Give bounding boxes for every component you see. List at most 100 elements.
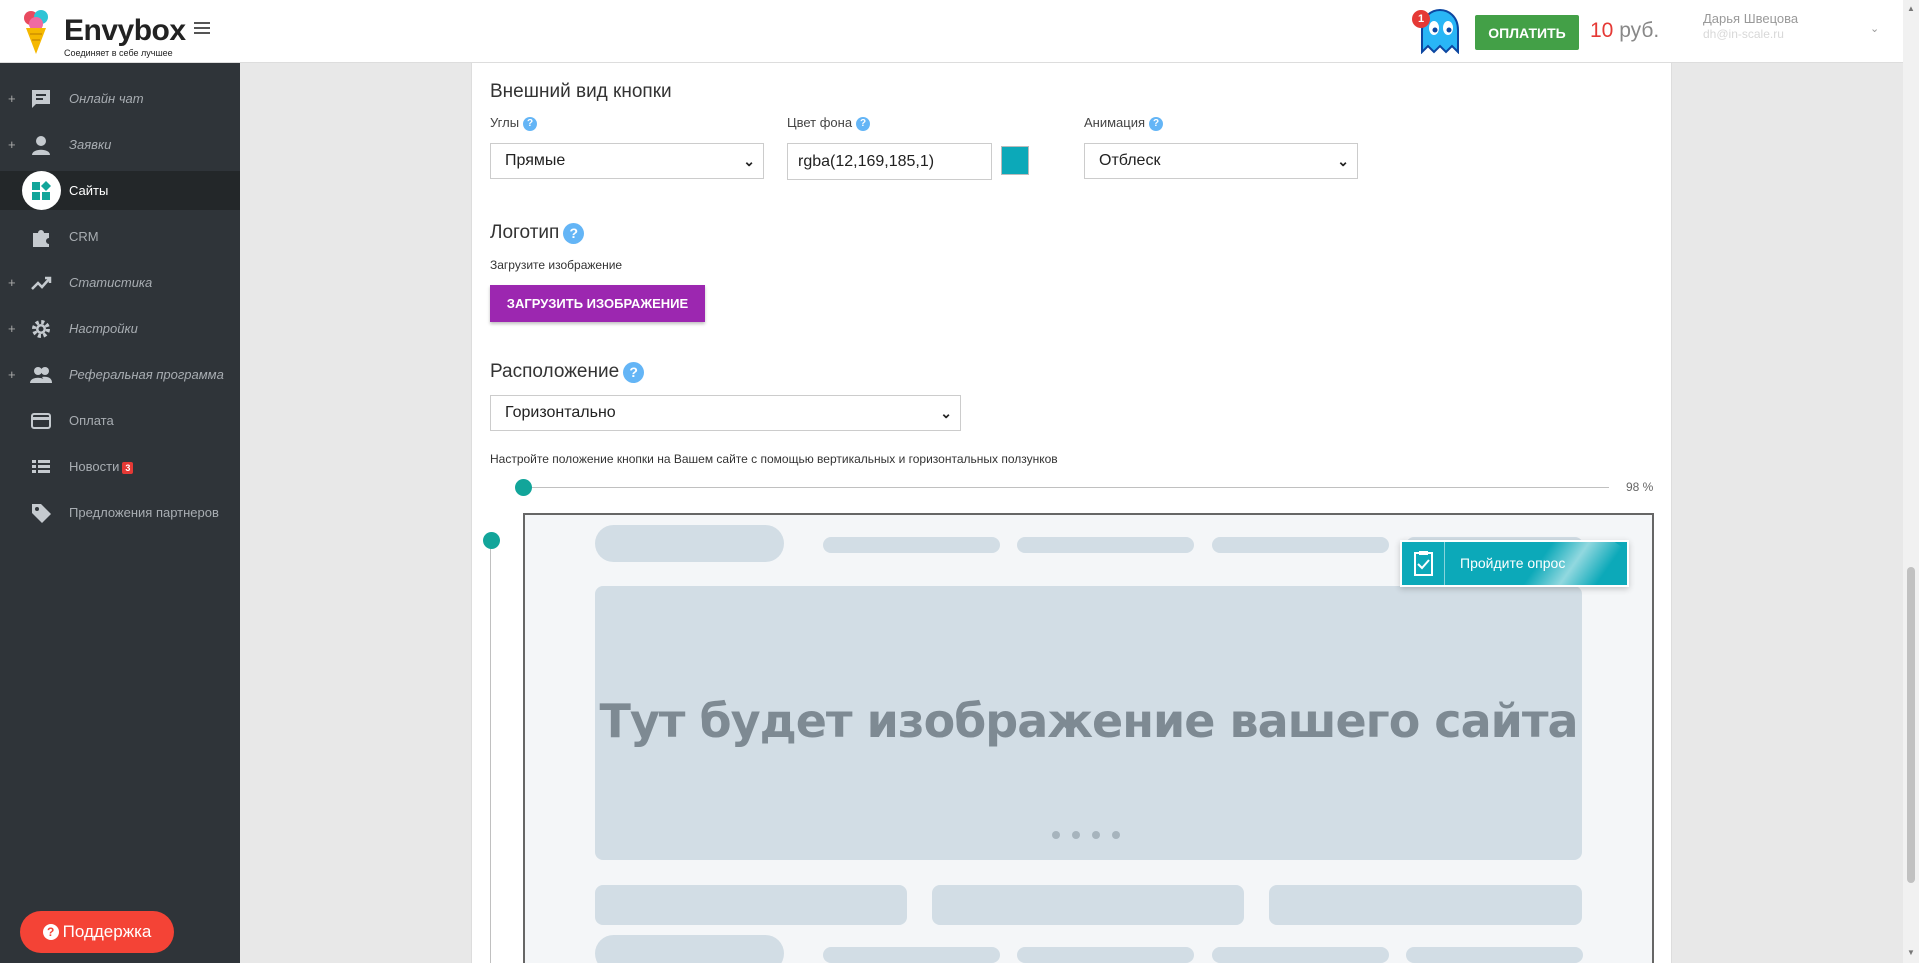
sidebar-item-label: Онлайн чат (69, 91, 144, 106)
help-icon[interactable]: ? (856, 117, 871, 131)
help-icon[interactable]: ? (523, 117, 538, 131)
sidebar: + Онлайн чат + Заявки Сайты CRM + Статис… (0, 63, 240, 963)
corners-select[interactable]: Прямые ⌄ (490, 143, 764, 179)
chevron-down-icon[interactable]: ⌄ (1870, 22, 1879, 35)
help-icon[interactable]: ? (563, 223, 585, 244)
preview-footer-link-placeholder (823, 947, 1000, 963)
horizontal-slider-value: 98 % (1626, 480, 1654, 494)
sidebar-item-label: Предложения партнеров (69, 505, 219, 520)
logo-section-title: Логотип? (490, 222, 585, 244)
position-section-title-text: Расположение (490, 361, 620, 382)
corners-label: Углы? (490, 115, 538, 131)
bg-color-input[interactable] (787, 143, 992, 180)
carousel-dots (1052, 826, 1132, 844)
sidebar-item-settings[interactable]: + Настройки (0, 309, 240, 348)
vertical-slider-handle[interactable] (483, 532, 500, 549)
sidebar-item-label: Сайты (69, 183, 109, 198)
upload-hint: Загрузите изображение (490, 258, 623, 272)
expand-plus-icon[interactable]: + (8, 275, 16, 290)
help-icon[interactable]: ? (623, 362, 645, 383)
person-icon (32, 136, 50, 155)
sidebar-item-label: Новости 3 (69, 459, 134, 474)
user-menu[interactable]: Дарья Швецова dh@in-scale.ru (1703, 11, 1798, 41)
expand-plus-icon[interactable]: + (8, 91, 16, 106)
balance-amount: 10 (1590, 19, 1614, 42)
news-count-badge: 3 (122, 461, 134, 474)
bg-color-label: Цвет фона? (787, 115, 871, 131)
chevron-down-icon: ⌄ (940, 405, 952, 421)
sidebar-item-label: Статистика (69, 275, 153, 290)
expand-plus-icon[interactable]: + (8, 367, 16, 382)
sidebar-item-payment[interactable]: Оплата (0, 401, 240, 440)
preview-card-placeholder (1269, 885, 1582, 925)
help-icon[interactable]: ? (1149, 117, 1164, 131)
pay-button[interactable]: ОПЛАТИТЬ (1475, 15, 1579, 50)
scroll-down-icon[interactable]: ▼ (1907, 948, 1915, 957)
preview-hero: Тут будет изображение вашего сайта (595, 586, 1582, 860)
corners-select-value: Прямые (505, 152, 566, 169)
animation-label-text: Анимация (1084, 115, 1146, 130)
preview-menu-placeholder (1017, 537, 1194, 553)
sidebar-item-label: Реферальная программа (69, 367, 224, 382)
preview-menu-placeholder (1212, 537, 1389, 553)
sidebar-item-news[interactable]: Новости 3 (0, 447, 240, 486)
top-header: Envybox Соединяет в себе лучшее 1 ОПЛАТИ… (0, 0, 1903, 63)
horizontal-slider-track[interactable] (524, 487, 1609, 488)
user-email: dh@in-scale.ru (1703, 27, 1784, 41)
expand-plus-icon[interactable]: + (8, 321, 16, 336)
sidebar-item-crm[interactable]: CRM (0, 217, 240, 256)
ice-cream-logo-icon (24, 10, 48, 54)
sidebar-item-referral[interactable]: + Реферальная программа (0, 355, 240, 394)
color-swatch[interactable] (1001, 146, 1029, 175)
survey-widget-button[interactable]: Пройдите опрос (1400, 540, 1629, 587)
preview-card-placeholder (932, 885, 1244, 925)
appearance-title: Внешний вид кнопки (490, 81, 672, 102)
sidebar-item-news-text: Новости (69, 459, 120, 474)
trending-icon (31, 276, 52, 290)
vertical-slider-track[interactable] (490, 540, 491, 963)
position-hint: Настройте положение кнопки на Вашем сайт… (490, 452, 1058, 466)
animation-label: Анимация? (1084, 115, 1164, 131)
people-icon (30, 367, 52, 383)
list-icon (32, 460, 50, 473)
sidebar-item-partner-offers[interactable]: Предложения партнеров (0, 493, 240, 532)
gear-icon (32, 320, 50, 338)
clipboard-check-icon (1414, 551, 1433, 576)
card-icon (31, 413, 51, 429)
sidebar-item-online-chat[interactable]: + Онлайн чат (0, 79, 240, 118)
chat-icon (32, 90, 50, 108)
notifications-badge: 1 (1412, 10, 1430, 28)
sidebar-item-requests[interactable]: + Заявки (0, 125, 240, 164)
position-section-title: Расположение? (490, 361, 645, 383)
preview-card-placeholder (595, 885, 907, 925)
support-button[interactable]: ? Поддержка (20, 911, 174, 953)
preview-placeholder-text: Тут будет изображение вашего сайта (599, 694, 1578, 748)
expand-plus-icon[interactable]: + (8, 137, 16, 152)
horizontal-slider-handle[interactable] (515, 479, 532, 496)
position-select-value: Горизонтально (505, 404, 616, 421)
widgets-icon (32, 181, 51, 200)
support-label: Поддержка (62, 922, 152, 941)
scrollbar-thumb[interactable] (1907, 567, 1915, 883)
survey-icon-box (1402, 542, 1445, 585)
puzzle-icon (33, 230, 49, 247)
sidebar-item-sites[interactable]: Сайты (0, 171, 240, 210)
envybox-logo[interactable]: Envybox Соединяет в себе лучшее (22, 8, 186, 58)
animation-select[interactable]: Отблеск ⌄ (1084, 143, 1358, 179)
tag-icon (32, 504, 51, 523)
chevron-down-icon: ⌄ (743, 153, 755, 169)
balance-currency: руб. (1619, 19, 1660, 42)
sidebar-item-label: CRM (69, 229, 99, 244)
preview-menu-placeholder (823, 537, 1000, 553)
preview-footer-placeholder (595, 935, 784, 963)
page-scrollbar[interactable]: ▲ ▼ (1903, 0, 1919, 963)
preview-footer-link-placeholder (1212, 947, 1389, 963)
sidebar-item-label: Оплата (69, 413, 114, 428)
menu-toggle-icon[interactable] (194, 22, 210, 36)
user-name: Дарья Швецова (1703, 11, 1799, 26)
position-select[interactable]: Горизонтально ⌄ (490, 395, 961, 431)
scroll-up-icon[interactable]: ▲ (1907, 4, 1915, 13)
sidebar-item-statistics[interactable]: + Статистика (0, 263, 240, 302)
upload-image-button[interactable]: ЗАГРУЗИТЬ ИЗОБРАЖЕНИЕ (490, 285, 705, 322)
sidebar-item-label: Настройки (69, 321, 138, 336)
